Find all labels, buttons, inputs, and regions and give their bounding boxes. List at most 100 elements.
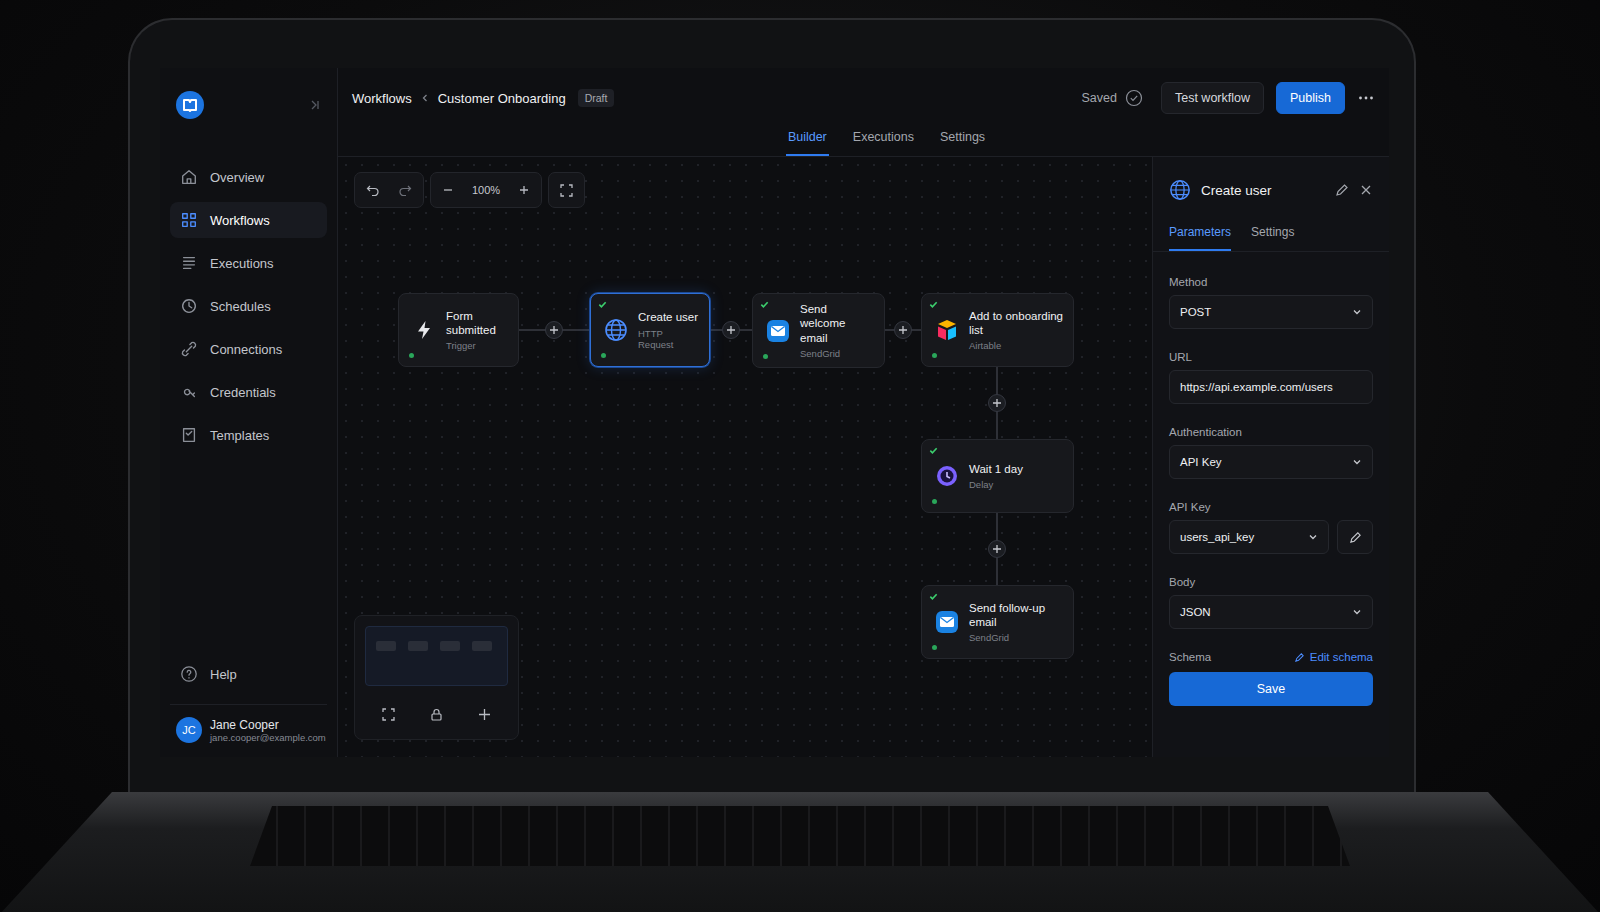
add-icon[interactable]: [478, 708, 491, 721]
user-text: Jane Cooperjane.cooper@example.com: [210, 718, 323, 743]
workflow-node[interactable]: Add to onboarding listAirtable: [921, 293, 1074, 367]
sidebar-item[interactable]: Schedules: [170, 288, 327, 324]
zoom-in-icon[interactable]: [518, 184, 530, 196]
plus-icon: [726, 325, 736, 335]
save-button[interactable]: Save: [1169, 672, 1373, 706]
sidebar-item[interactable]: Workflows: [170, 202, 327, 238]
form-field: Authentication API Key: [1169, 426, 1373, 479]
minimap-tools: [365, 699, 508, 729]
sidebar-item[interactable]: Executions: [170, 245, 327, 281]
fullscreen-icon[interactable]: [382, 708, 395, 721]
workflow-canvas[interactable]: 100% Form submittedTrigger Create userHTTP…: [338, 157, 1152, 757]
nav-icon: [180, 168, 198, 186]
field-row: JSON: [1169, 595, 1373, 629]
sidebar-item[interactable]: Connections: [170, 331, 327, 367]
logo-icon[interactable]: [176, 91, 204, 119]
check-circle-icon: [1125, 89, 1143, 107]
breadcrumb-item[interactable]: Workflows: [352, 91, 412, 106]
header-row: WorkflowsCustomer OnboardingDraftSavedTe…: [338, 68, 1389, 124]
chevron-down-icon: [1352, 607, 1362, 617]
sidebar-item[interactable]: Overview: [170, 159, 327, 195]
sidebar-item[interactable]: Templates: [170, 417, 327, 453]
workflow-node[interactable]: Form submittedTrigger: [398, 293, 519, 367]
minimap[interactable]: [354, 615, 519, 740]
status-dot: [601, 353, 606, 358]
tab[interactable]: Settings: [938, 124, 987, 156]
tab[interactable]: Executions: [851, 124, 916, 156]
add-step-button[interactable]: [988, 540, 1006, 558]
lock-icon[interactable]: [430, 708, 443, 721]
add-step-button[interactable]: [988, 394, 1006, 412]
edit-icon: [1294, 652, 1305, 663]
node-icon-box: [934, 463, 960, 489]
tab[interactable]: Builder: [786, 124, 829, 156]
node-title: Add to onboarding list: [969, 309, 1063, 338]
globe-icon: [604, 318, 628, 342]
field-control[interactable]: users_api_key: [1169, 520, 1329, 554]
node-subtitle: HTTP Request: [638, 328, 699, 350]
collapse-icon[interactable]: [309, 99, 321, 111]
header-button[interactable]: Publish: [1276, 82, 1345, 114]
workflow-node[interactable]: Create userHTTP Request: [590, 293, 710, 367]
panel-tabs: Parameters Settings: [1153, 219, 1389, 252]
field-value: POST: [1180, 306, 1211, 318]
clock-icon: [935, 464, 959, 488]
workflow-node[interactable]: Send follow-up emailSendGrid: [921, 585, 1074, 659]
redo-icon[interactable]: [398, 183, 412, 197]
add-step-button[interactable]: [894, 321, 912, 339]
form-field: BodyJSON: [1169, 576, 1373, 629]
success-check-icon: [929, 446, 938, 455]
field-control[interactable]: https://api.example.com/users: [1169, 370, 1373, 404]
close-icon[interactable]: [1359, 183, 1373, 197]
sidebar-item-label: Schedules: [210, 299, 271, 314]
plus-icon: [898, 325, 908, 335]
field-control[interactable]: API Key: [1169, 445, 1373, 479]
help-item[interactable]: Help: [170, 656, 327, 692]
minimap-viewport: [365, 626, 508, 686]
breadcrumb-item[interactable]: Customer Onboarding: [438, 91, 566, 106]
more-icon[interactable]: [1357, 89, 1375, 107]
history-group: [354, 172, 424, 208]
node-text: Wait 1 dayDelay: [969, 462, 1023, 490]
node-icon-box: [603, 317, 629, 343]
field-value: https://api.example.com/users: [1180, 381, 1333, 393]
nav-icon: [180, 254, 198, 272]
add-step-button[interactable]: [722, 321, 740, 339]
field-value: API Key: [1180, 456, 1222, 468]
status-dot: [932, 499, 937, 504]
user-profile[interactable]: JCJane Cooperjane.cooper@example.com: [170, 704, 327, 743]
panel-tab[interactable]: Settings: [1251, 219, 1294, 251]
node-text: Form submittedTrigger: [446, 309, 508, 352]
node-title: Send follow-up email: [969, 601, 1063, 630]
workflow-node[interactable]: Wait 1 dayDelay: [921, 439, 1074, 513]
field-label: Authentication: [1169, 426, 1373, 438]
field-control[interactable]: POST: [1169, 295, 1373, 329]
panel-tab[interactable]: Parameters: [1169, 219, 1231, 251]
zoom-group: 100%: [430, 172, 542, 208]
status-dot: [409, 353, 414, 358]
zoom-out-icon[interactable]: [442, 184, 454, 196]
form-field: URL https://api.example.com/users: [1169, 351, 1373, 404]
node-title: Wait 1 day: [969, 462, 1023, 476]
edit-credential-button[interactable]: [1337, 520, 1373, 554]
tabs: Builder Executions Settings: [338, 124, 1389, 156]
fit-view-icon[interactable]: [560, 184, 573, 197]
field-label: API Key: [1169, 501, 1373, 513]
node-subtitle: Trigger: [446, 340, 508, 351]
form-fields: MethodPOSTURLhttps://api.example.com/use…: [1169, 276, 1373, 629]
field-control[interactable]: JSON: [1169, 595, 1373, 629]
field-label: URL: [1169, 351, 1373, 363]
add-step-button[interactable]: [545, 321, 563, 339]
sidebar-item[interactable]: Credentials: [170, 374, 327, 410]
sidebar-item-label: Credentials: [210, 385, 276, 400]
pencil-icon[interactable]: [1335, 183, 1349, 197]
plus-icon: [992, 398, 1002, 408]
header: WorkflowsCustomer OnboardingDraftSavedTe…: [338, 68, 1389, 157]
user-email: jane.cooper@example.com: [210, 732, 323, 743]
undo-icon[interactable]: [366, 183, 380, 197]
bolt-icon: [413, 319, 435, 341]
edit-schema-link[interactable]: Edit schema: [1294, 651, 1373, 663]
header-button[interactable]: Test workflow: [1161, 82, 1264, 114]
workflow-node[interactable]: Send welcome emailSendGrid: [752, 293, 885, 368]
minimap-node: [472, 641, 492, 651]
